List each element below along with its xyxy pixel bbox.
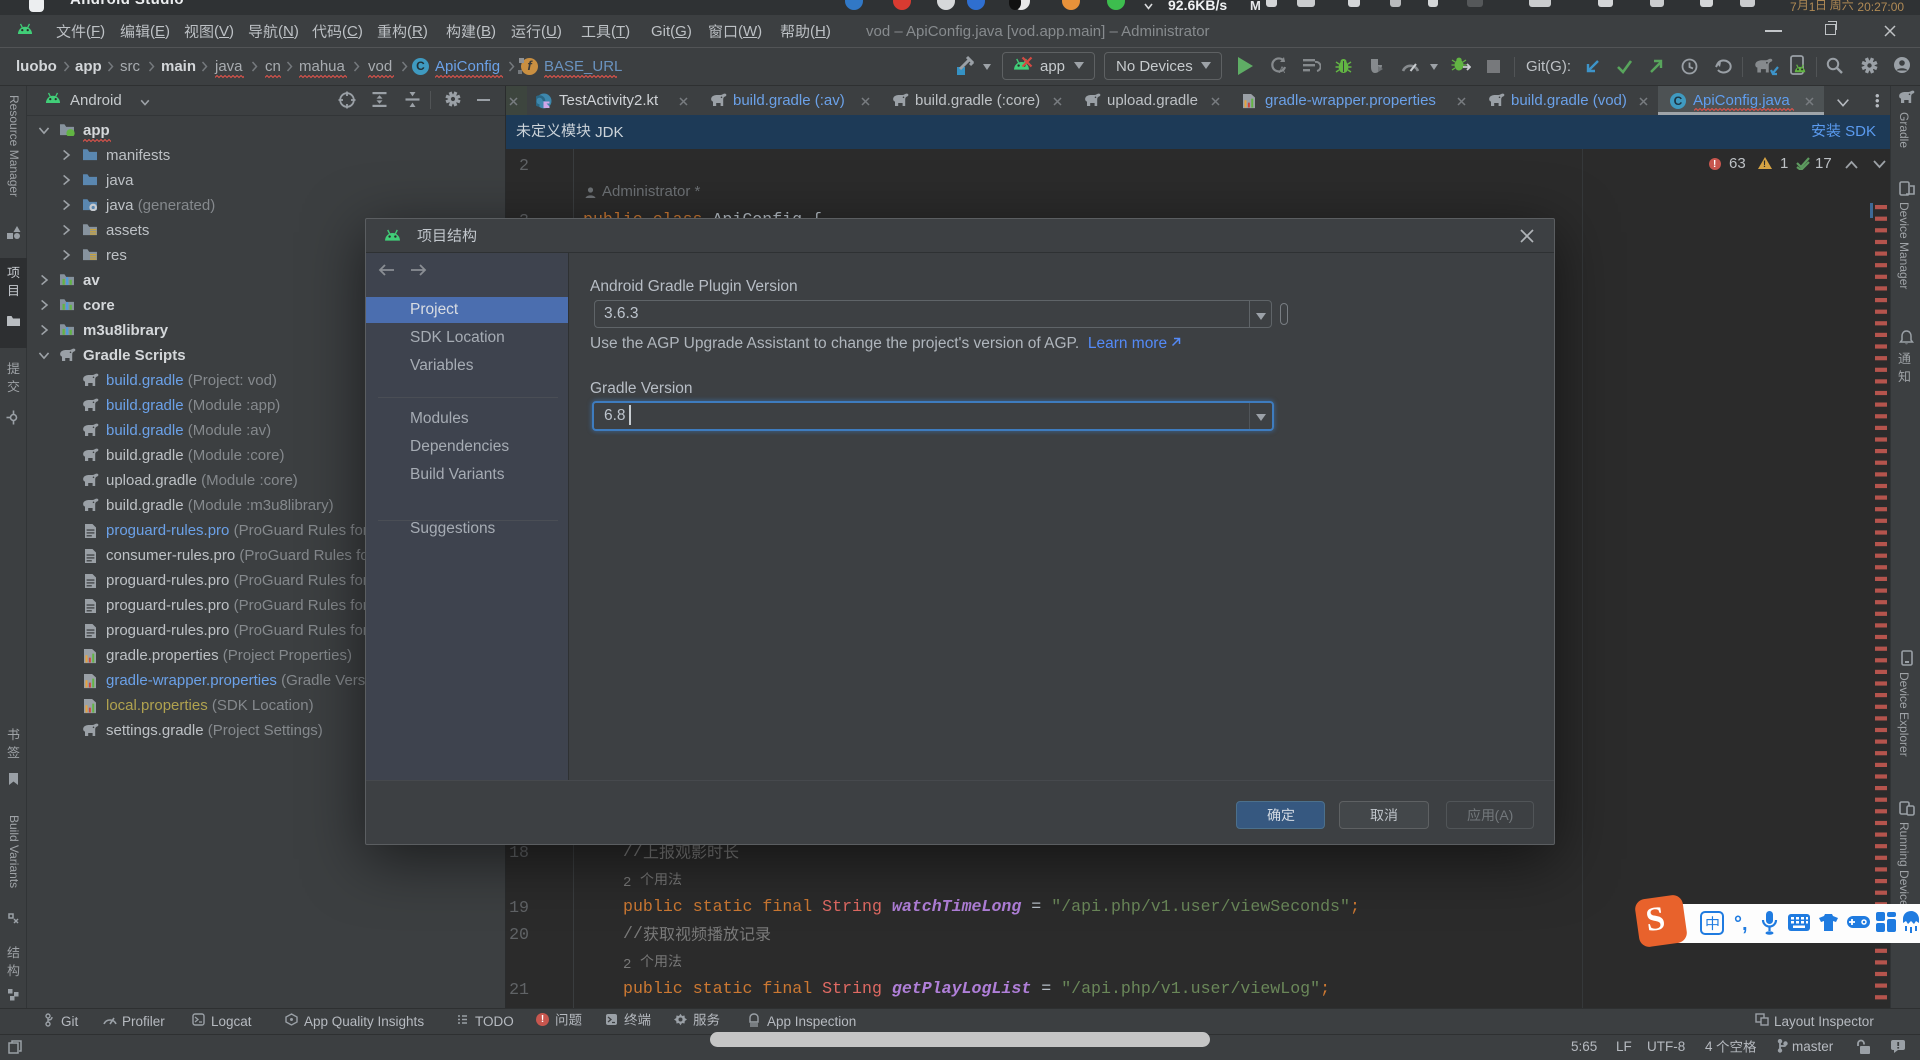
svg-text:A: A [1279,65,1285,75]
